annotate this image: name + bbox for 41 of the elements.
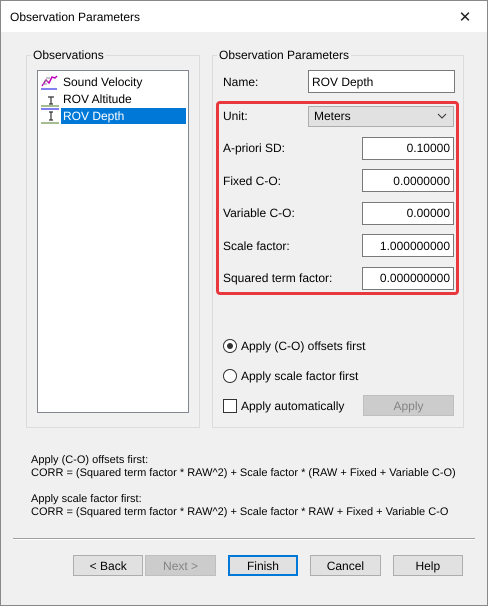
radio-button[interactable] (223, 368, 237, 383)
list-item[interactable]: ROV Depth (40, 107, 186, 124)
formula-text: CORR = (Squared term factor * RAW^2) + Scale factor * RAW + Fixed + Variable C-O (31, 506, 450, 519)
item-label: ROV Altitude (62, 90, 133, 106)
input-field[interactable]: 1.000000000 (362, 234, 454, 258)
field-label: Name: (223, 74, 258, 88)
group-title: Observation Parameters (218, 48, 350, 62)
option-label: Apply (C-O) offsets first (241, 338, 366, 353)
option-label: Apply scale factor first (241, 368, 358, 383)
formula-text: CORR = (Squared term factor * RAW^2) + Scale factor * (RAW + Fixed + Variable C-O) (31, 467, 457, 480)
checkbox-label: Apply automatically (241, 398, 344, 413)
item-label: Sound Velocity (62, 74, 144, 90)
depth-icon (40, 108, 60, 124)
item-label: ROV Depth (61, 108, 186, 124)
group-title: Observations (32, 48, 105, 62)
note-heading: Apply (C-O) offsets first: (31, 454, 150, 467)
dialog-button[interactable]: Help (392, 555, 463, 576)
list-item[interactable]: Sound Velocity (40, 73, 186, 90)
unit-dropdown[interactable]: Meters (308, 106, 454, 126)
close-button[interactable]: ✕ (443, 1, 487, 32)
radio-button[interactable] (223, 338, 237, 353)
input-field[interactable]: 0.000000000 (362, 266, 454, 290)
field-label: A-priori SD: (223, 141, 286, 156)
input-field[interactable]: 0.0000000 (362, 169, 454, 192)
dialog-button[interactable]: Finish (228, 555, 298, 576)
wave-icon (40, 74, 60, 90)
field-label: Variable C-O: (223, 206, 295, 220)
field-label: Unit: (223, 109, 248, 123)
list-item[interactable]: ROV Altitude (40, 90, 186, 107)
input-field[interactable]: 0.10000 (362, 136, 454, 160)
checkbox[interactable] (223, 398, 237, 413)
note-heading: Apply scale factor first: (31, 493, 143, 506)
chevron-down-icon (437, 113, 447, 119)
name-field[interactable]: ROV Depth (308, 70, 455, 93)
input-field[interactable]: 0.00000 (362, 202, 454, 225)
field-label: Squared term factor: (223, 271, 332, 286)
field-label: Fixed C-O: (223, 174, 282, 188)
window-title: Observation Parameters (10, 10, 140, 24)
dialog-button[interactable]: < Back (73, 555, 144, 576)
dialog-button[interactable]: Cancel (310, 555, 381, 576)
field-label: Scale factor: (223, 238, 290, 253)
